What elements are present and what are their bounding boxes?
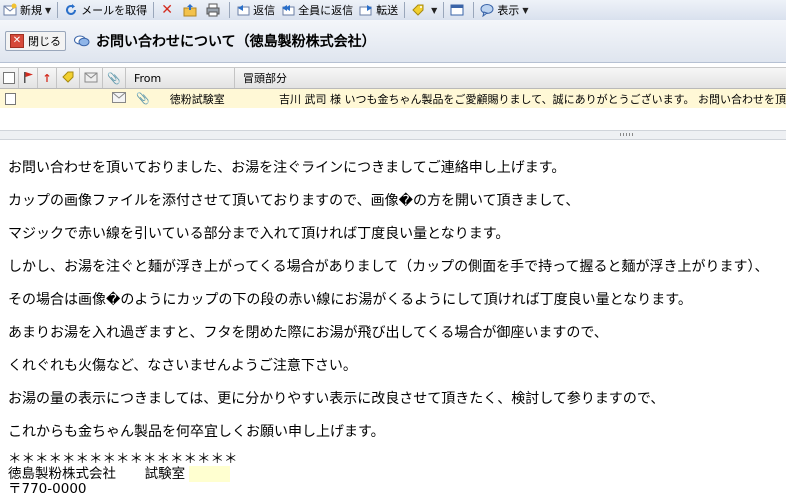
- attachment-icon: 📎: [136, 92, 150, 105]
- close-label: 閉じる: [28, 35, 61, 48]
- delete-x-icon: ✕: [161, 2, 174, 18]
- delete-button[interactable]: ✕: [157, 1, 180, 19]
- toolbar-divider: [153, 2, 155, 18]
- view-label: 表示: [497, 4, 520, 17]
- new-label: 新規: [20, 4, 42, 17]
- print-button[interactable]: [203, 1, 226, 19]
- select-all-column[interactable]: [0, 68, 19, 88]
- toolbar-divider: [57, 2, 59, 18]
- message-subject: お問い合わせについて（徳島製粉株式会社）: [96, 34, 376, 50]
- signature-company-line: 徳島製粉株式会社 試験室: [8, 466, 238, 482]
- refresh-icon: [64, 3, 78, 17]
- conversation-icon: [74, 34, 90, 48]
- view-button[interactable]: 表示 ▼: [477, 1, 531, 19]
- signature-stars: ＊＊＊＊＊＊＊＊＊＊＊＊＊＊＊＊＊: [8, 451, 238, 467]
- row-checkbox[interactable]: [5, 92, 17, 105]
- body-line: あまりお湯を入れ過ぎますと、フタを閉めた際にお湯が飛び出してくる場合が御座います…: [8, 325, 608, 341]
- body-line: カップの画像ファイルを添付させて頂いておりますので、画像�の方を開いて頂きまして…: [8, 193, 580, 209]
- toolbar-divider: [443, 2, 445, 18]
- forward-icon: [359, 3, 373, 17]
- body-line: これからも金ちゃん製品を何卒宜しくお願い申し上げます。: [8, 424, 385, 440]
- window-icon: [450, 3, 464, 17]
- preview-column-header[interactable]: 冒頭部分: [235, 68, 786, 88]
- body-line: くれぐれも火傷など、なさいませんようご注意下さい。: [8, 358, 357, 374]
- body-line: マジックで赤い線を引いている部分まで入れて頂ければ丁度良い量となります。: [8, 226, 510, 242]
- tag-icon: [411, 3, 425, 17]
- speech-bubble-icon: [480, 3, 494, 18]
- move-button[interactable]: [180, 1, 203, 19]
- priority-column[interactable]: ↑: [38, 68, 57, 88]
- body-line: その場合は画像�のようにカップの下の段の赤い線にお湯がくるようにして頂ければ丁度…: [8, 292, 692, 308]
- tag-button[interactable]: ▼: [408, 1, 440, 19]
- body-line: お湯の量の表示につきましては、更に分かりやすい表示に改良させて頂きたく、検討して…: [8, 391, 665, 407]
- chevron-down-icon[interactable]: ▼: [45, 6, 51, 15]
- signature-postal: 〒770-0000: [8, 481, 87, 497]
- preview-header-label: 冒頭部分: [243, 72, 287, 85]
- from-header-label: From: [134, 71, 162, 85]
- row-from: 徳粉試験室: [169, 92, 225, 106]
- reply-button[interactable]: 返信: [233, 1, 278, 19]
- new-button[interactable]: 新規 ▼: [0, 1, 54, 19]
- chevron-down-icon[interactable]: ▼: [431, 6, 437, 15]
- fetch-mail-button[interactable]: メールを取得: [61, 1, 150, 19]
- toolbar-divider: [229, 2, 231, 18]
- splitter-grip[interactable]: [620, 133, 634, 136]
- reply-label: 返信: [253, 4, 276, 17]
- redacted-name: [189, 466, 230, 482]
- body-line: しかし、お湯を注ぐと麺が浮き上がってくる場合がありまして（カップの側面を手で持っ…: [8, 259, 769, 275]
- message-list-row[interactable]: 📎 徳粉試験室 吉川 武司 様 いつも金ちゃん製品をご愛顧賜りまして、誠にありが…: [0, 89, 786, 108]
- priority-arrow-icon: ↑: [42, 71, 52, 85]
- reply-all-button[interactable]: 全員に返信: [278, 1, 356, 19]
- from-column-header[interactable]: From: [126, 68, 235, 88]
- reply-all-icon: [281, 3, 295, 17]
- close-icon: ✕: [10, 34, 24, 48]
- attachment-column[interactable]: 📎: [103, 68, 126, 88]
- select-all-checkbox[interactable]: [3, 72, 15, 84]
- signature-dept: 試験室: [144, 466, 186, 482]
- message-title-bar: ✕ 閉じる お問い合わせについて（徳島製粉株式会社）: [0, 20, 786, 63]
- tag-column[interactable]: [57, 68, 80, 88]
- forward-label: 転送: [376, 4, 399, 17]
- signature-company: 徳島製粉株式会社: [8, 466, 116, 482]
- flag-column[interactable]: [19, 68, 38, 88]
- body-line: お問い合わせを頂いておりました、お湯を注ぐラインにつきましてご連絡申し上げます。: [8, 160, 566, 176]
- pane-splitter[interactable]: [0, 130, 786, 140]
- window-button[interactable]: [447, 1, 470, 19]
- tag-icon: [62, 71, 74, 86]
- toolbar-divider: [473, 2, 475, 18]
- reply-icon: [236, 3, 250, 17]
- message-body: お問い合わせを頂いておりました、お湯を注ぐラインにつきましてご連絡申し上げます。…: [8, 152, 786, 449]
- status-column[interactable]: [80, 68, 103, 88]
- printer-icon: [206, 3, 220, 17]
- unread-envelope-icon: [112, 91, 127, 106]
- envelope-status-icon: [84, 71, 98, 86]
- toolbar-divider: [404, 2, 406, 18]
- row-preview: 吉川 武司 様 いつも金ちゃん製品をご愛顧賜りまして、誠にありがとうございます。…: [278, 92, 786, 106]
- reply-all-label: 全員に返信: [298, 4, 354, 17]
- forward-button[interactable]: 転送: [356, 1, 401, 19]
- signature-block: ＊＊＊＊＊＊＊＊＊＊＊＊＊＊＊＊＊ 徳島製粉株式会社 試験室 〒770-0000: [8, 452, 238, 497]
- new-mail-icon: [3, 3, 17, 17]
- chevron-down-icon[interactable]: ▼: [522, 6, 528, 15]
- close-button[interactable]: ✕ 閉じる: [5, 31, 66, 51]
- flag-icon: [22, 71, 34, 86]
- fetch-label: メールを取得: [81, 4, 148, 17]
- message-list-header: ↑ 📎 From 冒頭部分: [0, 67, 786, 89]
- paperclip-icon: 📎: [107, 71, 121, 85]
- folder-up-icon: [183, 3, 197, 17]
- toolbar: 新規 ▼ メールを取得 ✕ 返信 全員に返信 転送 ▼ 表示 ▼: [0, 0, 786, 21]
